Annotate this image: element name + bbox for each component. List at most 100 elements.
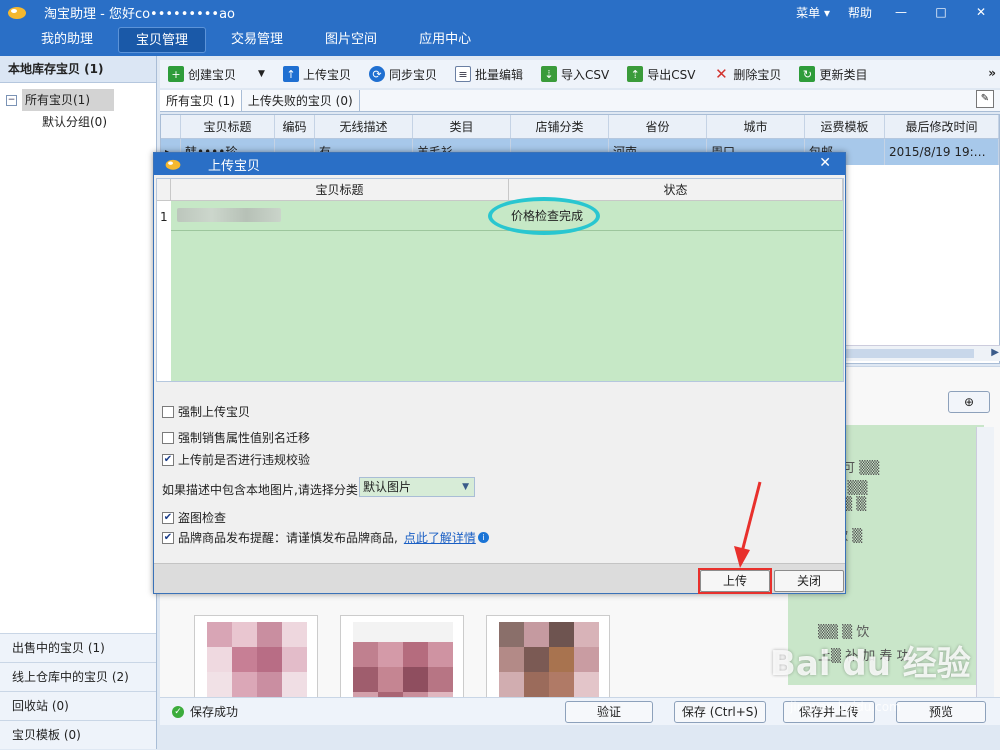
taobao-logo-icon: [8, 7, 26, 19]
sync-icon: ⟳: [368, 66, 385, 82]
grid-header-wireless-desc[interactable]: 无线描述: [315, 115, 413, 138]
close-window-icon[interactable]: ✕: [970, 5, 992, 19]
grid-header-city[interactable]: 城市: [707, 115, 805, 138]
local-inventory-header: 本地库存宝贝 (1): [0, 56, 156, 83]
nav-tab-image-space[interactable]: 图片空间: [308, 27, 394, 53]
export-csv-button[interactable]: ⇡ 导出CSV: [627, 66, 695, 83]
option-steal-check[interactable]: ✔ 盗图检查: [162, 509, 226, 526]
row-number-header: [157, 179, 171, 200]
nav-tab-my-assistant[interactable]: 我的助理: [24, 27, 110, 53]
checkbox-force-upload[interactable]: [162, 405, 174, 418]
menu-button[interactable]: 菜单 ▾: [796, 4, 830, 21]
taobao-logo-icon: [165, 159, 181, 170]
option-brand-reminder[interactable]: ✔ 品牌商品发布提醒：请谨慎发布品牌商品, 点此了解详情 i: [162, 529, 489, 546]
item-subtabs: 所有宝贝 (1) 上传失败的宝贝 (0) ✎: [160, 90, 1000, 112]
nav-item-item-template[interactable]: 宝贝模板 (0): [0, 720, 156, 749]
tree-item-label: 所有宝贝(1): [22, 89, 114, 111]
import-csv-button[interactable]: ⇣ 导入CSV: [540, 66, 609, 83]
nav-item-online-warehouse[interactable]: 线上仓库中的宝贝 (2): [0, 662, 156, 691]
baidu-watermark: Bai du 经验: [770, 644, 971, 684]
validate-button[interactable]: 验证: [565, 701, 653, 723]
close-icon[interactable]: ✕: [819, 155, 831, 171]
sync-item-button[interactable]: ⟳ 同步宝贝: [368, 66, 437, 83]
brand-details-link[interactable]: 点此了解详情: [404, 529, 476, 546]
main-nav: 我的助理 宝贝管理 交易管理 图片空间 应用中心: [0, 24, 1000, 56]
subtab-all-items[interactable]: 所有宝贝 (1): [160, 90, 242, 111]
update-category-icon: ↻: [799, 66, 816, 82]
nav-tab-trade-management[interactable]: 交易管理: [214, 27, 300, 53]
success-check-icon: ✓: [172, 705, 184, 718]
grid-header-title[interactable]: 宝贝标题: [181, 115, 275, 138]
baidu-watermark-url: jingyan.baidu.com: [790, 700, 901, 714]
update-category-button[interactable]: ↻ 更新类目: [799, 66, 867, 83]
upload-item-button[interactable]: ↑ 上传宝贝: [282, 66, 351, 83]
grid-header-code[interactable]: 编码: [275, 115, 315, 138]
grid-header-row: 宝贝标题 编码 无线描述 类目 店铺分类 省份 城市 运费模板 最后修改时间: [161, 115, 999, 139]
nav-tab-item-management[interactable]: 宝贝管理: [118, 27, 207, 53]
upload-grid-header: 宝贝标题 状态: [157, 179, 843, 201]
grid-header-shop-category[interactable]: 店铺分类: [511, 115, 609, 138]
dropdown-arrow-icon[interactable]: ▼: [258, 69, 265, 79]
cell-last-modified: 2015/8/19 19:…: [885, 139, 999, 165]
zoom-icon[interactable]: ⊕: [948, 391, 990, 413]
status-highlight-circle: [488, 197, 600, 235]
close-button[interactable]: 关闭: [774, 570, 844, 592]
grid-header-category[interactable]: 类目: [413, 115, 511, 138]
left-panel: 本地库存宝贝 (1) − 所有宝贝(1) 默认分组(0) 出售中的宝贝 (1) …: [0, 56, 157, 749]
scroll-thumb[interactable]: [844, 349, 974, 358]
upload-icon: ↑: [282, 66, 299, 82]
row-indicator-header: [161, 115, 181, 138]
subtab-upload-failed[interactable]: 上传失败的宝贝 (0): [242, 90, 360, 111]
create-item-button[interactable]: + 创建宝贝 ▼: [168, 66, 265, 83]
maximize-icon[interactable]: □: [930, 5, 952, 19]
dialog-title-bar: 上传宝贝 ✕: [154, 153, 845, 175]
left-panel-bottom-nav: 出售中的宝贝 (1) 线上仓库中的宝贝 (2) 回收站 (0) 宝贝模板 (0): [0, 633, 156, 749]
help-button[interactable]: 帮助: [848, 4, 872, 21]
import-csv-icon: ⇣: [540, 66, 557, 82]
upload-button[interactable]: 上传: [700, 570, 770, 592]
title-bar: 淘宝助理 - 您好co•••••••••ao 菜单 ▾ 帮助 — □ ✕: [0, 0, 1000, 24]
chevron-down-icon: ▼: [462, 482, 469, 492]
nav-item-recycle-bin[interactable]: 回收站 (0): [0, 691, 156, 720]
tree-item-default-group[interactable]: 默认分组(0): [0, 111, 156, 133]
option-violation-check[interactable]: ✔ 上传前是否进行违规校验: [162, 451, 310, 468]
delete-icon: ✕: [715, 65, 728, 83]
checkbox-steal-check[interactable]: ✔: [162, 511, 174, 524]
grid-horizontal-scrollbar[interactable]: ▶: [844, 345, 1000, 361]
batch-edit-icon: ≡: [454, 66, 471, 82]
grid-header-shipping-template[interactable]: 运费模板: [805, 115, 885, 138]
blurred-item-title: [177, 208, 281, 222]
batch-edit-button[interactable]: ≡ 批量编辑: [454, 66, 523, 83]
info-icon: i: [477, 532, 489, 543]
checkbox-violation-check[interactable]: ✔: [162, 453, 174, 466]
preview-button[interactable]: 预览: [896, 701, 986, 723]
upload-header-title[interactable]: 宝贝标题: [171, 179, 509, 200]
preview-vertical-scrollbar[interactable]: [976, 427, 994, 697]
image-category-select[interactable]: 默认图片 ▼: [359, 477, 475, 497]
scroll-right-icon[interactable]: ▶: [991, 347, 999, 358]
save-button[interactable]: 保存 (Ctrl+S): [674, 701, 766, 723]
image-category-label: 如果描述中包含本地图片,请选择分类: [162, 483, 358, 497]
grid-header-province[interactable]: 省份: [609, 115, 707, 138]
checkbox-brand-reminder[interactable]: ✔: [162, 531, 174, 544]
plus-icon: +: [168, 66, 184, 82]
nav-item-on-sale[interactable]: 出售中的宝贝 (1): [0, 633, 156, 662]
nav-tab-app-center[interactable]: 应用中心: [402, 27, 488, 53]
option-force-upload[interactable]: 强制上传宝贝: [162, 403, 250, 420]
delete-item-button[interactable]: ✕ 删除宝贝: [713, 65, 781, 83]
edit-columns-icon[interactable]: ✎: [976, 90, 994, 108]
checkbox-force-alias-migration[interactable]: [162, 431, 174, 444]
option-force-alias-migration[interactable]: 强制销售属性值别名迁移: [162, 429, 310, 446]
status-text: 保存成功: [190, 705, 239, 719]
toolbar: + 创建宝贝 ▼ ↑ 上传宝贝 ⟳ 同步宝贝 ≡ 批量编辑 ⇣ 导入CSV ⇡ …: [160, 60, 1000, 88]
minimize-icon[interactable]: —: [890, 5, 912, 19]
red-arrow-annotation: [734, 481, 762, 568]
dialog-title: 上传宝贝: [208, 158, 261, 174]
row-number: 1: [160, 210, 168, 224]
collapse-icon[interactable]: −: [6, 94, 17, 106]
tree-item-all-items[interactable]: − 所有宝贝(1): [0, 89, 156, 111]
toolbar-more-icon[interactable]: »: [988, 66, 996, 80]
window-title: 淘宝助理 - 您好co•••••••••ao: [44, 6, 235, 22]
export-csv-icon: ⇡: [627, 66, 644, 82]
grid-header-last-modified[interactable]: 最后修改时间: [885, 115, 999, 138]
